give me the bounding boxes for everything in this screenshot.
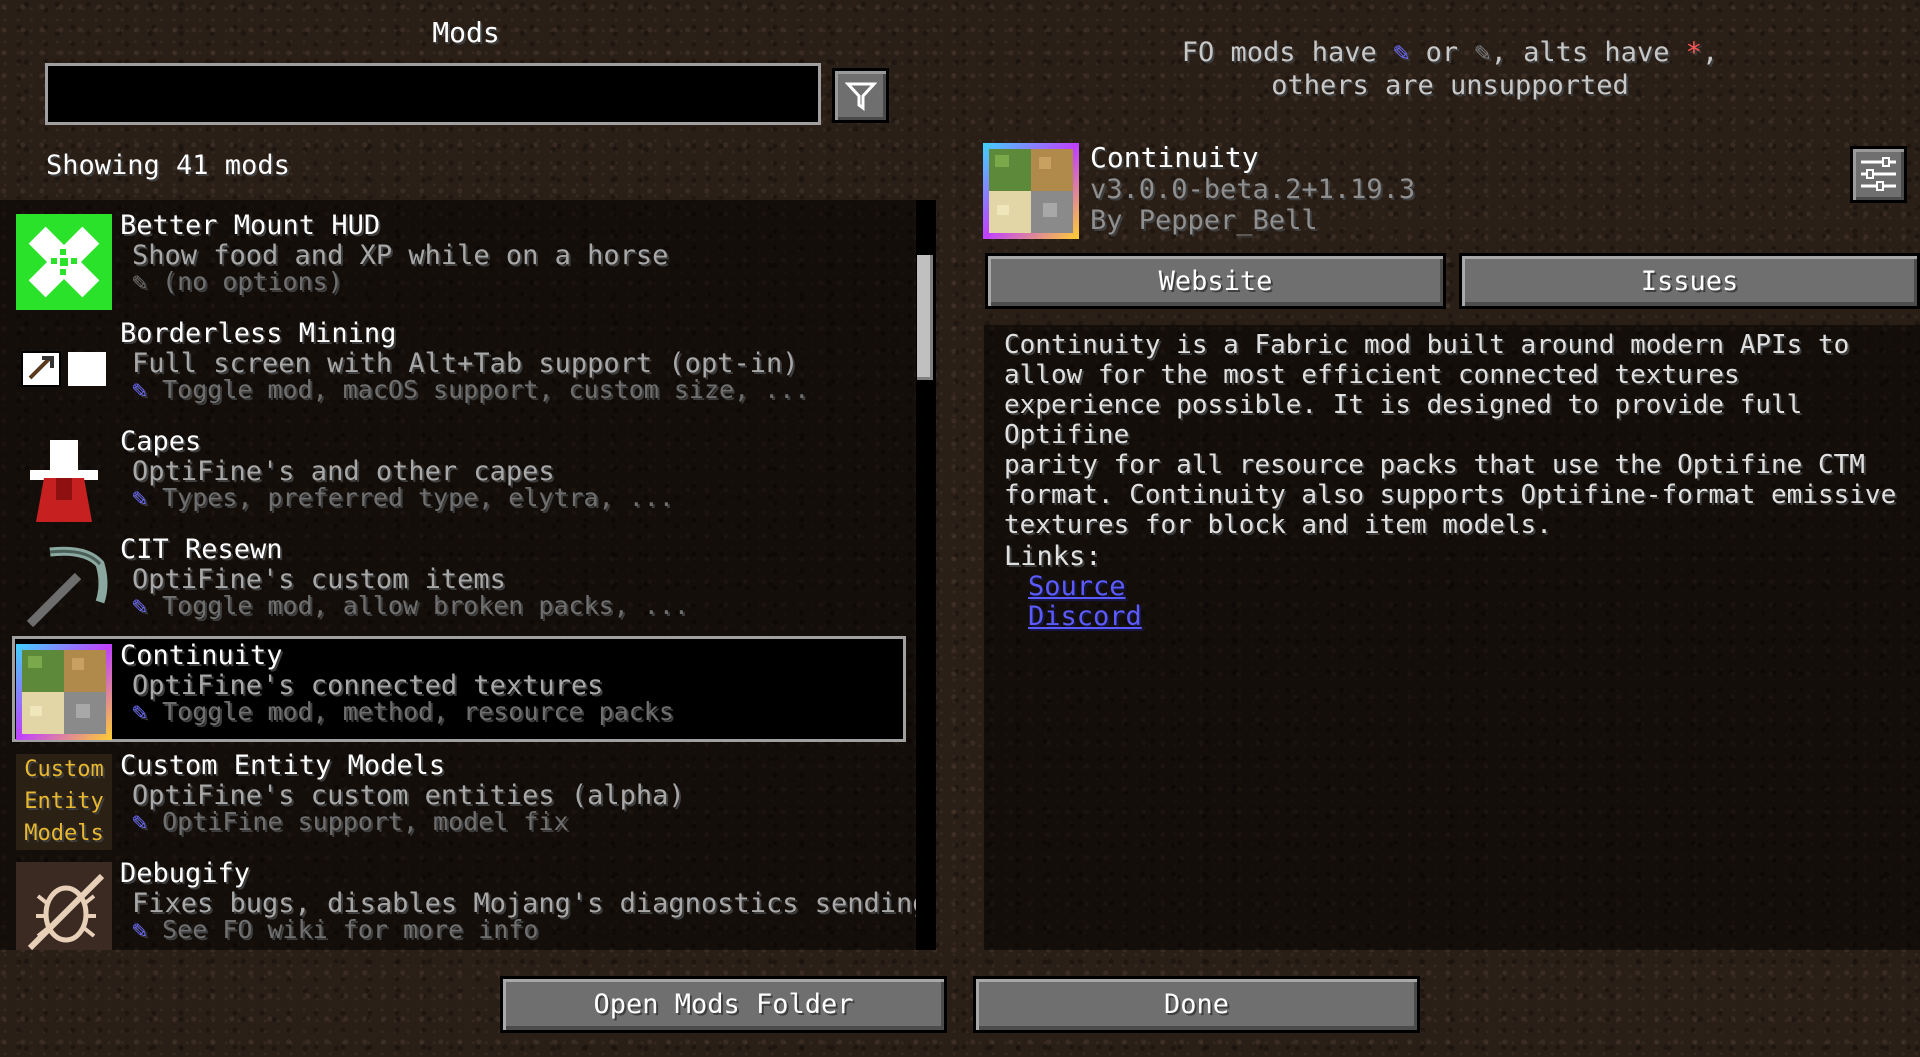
pickaxe-window-icon [16,322,112,418]
mod-options: ✎ (no options) [132,267,343,296]
description-line: experience possible. It is designed to p… [1004,390,1803,450]
mod-name: Borderless Mining [120,318,397,349]
mod-count: Showing 41 mods [46,150,290,181]
filter-button[interactable] [832,68,889,123]
mod-options: ✎ Types, preferred type, elytra, ... [132,483,674,512]
mod-name: Capes [120,426,202,457]
mod-options: ✎ Toggle mod, macOS support, custom size… [132,375,810,404]
mod-list-item[interactable]: Capes OptiFine's and other capes ✎ Types… [12,422,906,528]
description-line: textures for block and item models. [1004,510,1552,540]
screen-title: Mods [432,16,500,49]
config-button[interactable] [1850,146,1907,203]
legend-line-1: FO mods have ✎ or ✎, alts have *, [1181,37,1719,68]
open-mods-folder-button[interactable]: Open Mods Folder [500,976,947,1033]
bandage-icon [16,214,112,310]
cem-text-icon: Custom Entity Models [16,754,112,850]
description-line: allow for the most efficient connected t… [1004,360,1740,390]
edit-icon: ✎ [132,267,148,296]
edit-icon: ✎ [1474,37,1491,68]
description-line: format. Continuity also supports Optifin… [1004,480,1897,510]
mod-list-item-selected[interactable]: Continuity OptiFine's connected textures… [12,636,906,742]
mod-name: Custom Entity Models [120,750,446,781]
cem-icon-line: Models [24,821,104,846]
mod-description-text: Continuity is a Fabric mod built around … [1004,330,1904,540]
support-legend: FO mods have ✎ or ✎, alts have *, others… [980,36,1920,102]
website-button[interactable]: Website [985,253,1446,309]
detail-mod-author: By Pepper_Bell [1090,205,1318,236]
mod-options: ✎ See FO wiki for more info [132,915,539,944]
mod-list-item[interactable]: Borderless Mining Full screen with Alt+T… [12,314,906,420]
mod-list[interactable]: Better Mount HUD Show food and XP while … [0,200,936,950]
funnel-icon [844,82,877,111]
edit-icon: ✎ [132,915,148,944]
pickaxe-icon [16,538,112,634]
edit-icon: ✎ [132,483,148,512]
mod-list-item[interactable]: CIT Resewn OptiFine's custom items ✎ Tog… [12,530,906,636]
edit-icon: ✎ [132,375,148,404]
mod-list-item[interactable]: Better Mount HUD Show food and XP while … [12,206,906,312]
description-line: parity for all resource packs that use t… [1004,450,1865,480]
mod-name: Better Mount HUD [120,210,381,241]
sliders-icon [1861,157,1896,191]
continuity-icon [16,644,112,740]
discord-link[interactable]: Discord [1028,601,1142,632]
mod-list-item[interactable]: Custom Entity Models Custom Entity Model… [12,746,906,852]
detail-mod-name: Continuity [1090,141,1259,174]
issues-button[interactable]: Issues [1459,253,1920,309]
links-label: Links: [1004,541,1102,572]
mod-list-scroll-thumb[interactable] [917,255,933,380]
mod-name: Debugify [120,858,251,889]
description-line: Continuity is a Fabric mod built around … [1004,330,1850,360]
mod-options: ✎ Toggle mod, allow broken packs, ... [132,591,689,620]
continuity-icon [983,143,1079,239]
cape-icon [16,430,112,526]
mod-options: ✎ Toggle mod, method, resource packs [132,697,674,726]
search-input[interactable] [45,63,821,125]
edit-icon: ✎ [132,591,148,620]
mod-options: ✎ OptiFine support, model fix [132,807,569,836]
legend-line-2: others are unsupported [1271,70,1629,101]
edit-icon: ✎ [132,697,148,726]
mod-name: Continuity [120,640,283,671]
asterisk-icon: * [1685,37,1702,68]
edit-icon: ✎ [1393,37,1410,68]
cem-icon-line: Entity [24,789,104,814]
bug-icon [16,862,112,950]
cem-icon-line: Custom [24,757,104,782]
detail-mod-version: v3.0.0-beta.2+1.19.3 [1090,174,1416,205]
mod-name: CIT Resewn [120,534,283,565]
mod-list-item[interactable]: Debugify Fixes bugs, disables Mojang's d… [12,854,929,950]
done-button[interactable]: Done [973,976,1420,1033]
source-link[interactable]: Source [1028,571,1126,602]
search-text-field[interactable] [48,66,818,122]
edit-icon: ✎ [132,807,148,836]
